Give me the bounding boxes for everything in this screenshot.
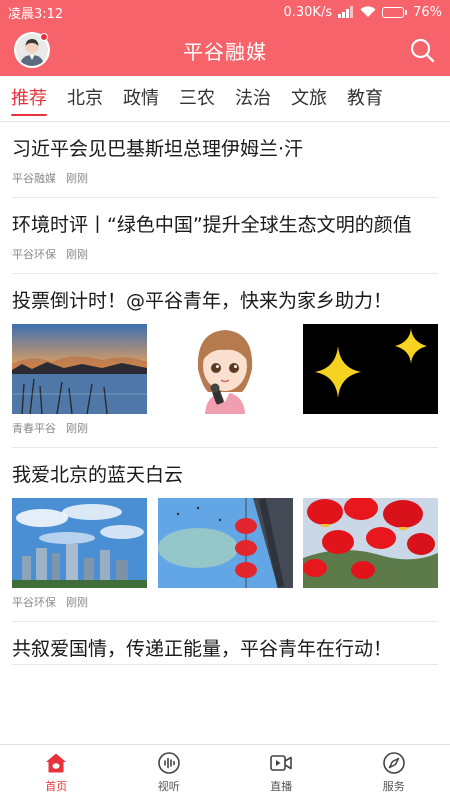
nav-services[interactable]: 服务 [338, 745, 450, 800]
article-thumbnails [12, 324, 438, 414]
tab-politics[interactable]: 政情 [113, 76, 169, 121]
tab-agriculture[interactable]: 三农 [169, 76, 225, 121]
bottom-nav: 首页 视听 直播 服务 [0, 744, 450, 800]
article-source: 平谷环保 [12, 248, 56, 261]
compass-icon [382, 752, 405, 774]
tab-law[interactable]: 法治 [225, 76, 281, 121]
list-item[interactable]: 习近平会见巴基斯坦总理伊姆兰·汗 平谷融媒 刚刚 [12, 122, 438, 198]
wifi-icon [360, 6, 376, 18]
article-meta: 青春平谷 刚刚 [12, 414, 438, 447]
nav-services-label: 服务 [382, 780, 405, 793]
red-lanterns-street-image[interactable] [303, 498, 438, 588]
battery-percent: 76% [413, 4, 442, 20]
battery-icon [382, 6, 408, 18]
tab-education[interactable]: 教育 [337, 76, 393, 121]
article-meta: 平谷环保 刚刚 [12, 588, 438, 621]
yellow-sparkles-image[interactable] [303, 324, 438, 414]
nav-audio-label: 视听 [157, 780, 180, 793]
cartoon-girl-mic-image[interactable] [157, 324, 293, 414]
search-icon[interactable] [408, 36, 436, 64]
status-time: 凌晨3:12 [8, 6, 64, 22]
app-title: 平谷融媒 [183, 39, 267, 64]
home-icon [46, 753, 67, 773]
audio-icon [157, 752, 180, 774]
city-blue-sky-image[interactable] [12, 498, 147, 588]
sunset-lake-image[interactable] [12, 324, 147, 414]
article-meta: 平谷融媒 刚刚 [12, 164, 438, 197]
list-item[interactable]: 投票倒计时！@平谷青年，快来为家乡助力！ 青春平谷 刚刚 [12, 274, 438, 448]
notification-dot [40, 33, 48, 41]
article-source: 平谷环保 [12, 596, 56, 609]
list-item[interactable]: 我爱北京的蓝天白云 平谷环保 刚刚 [12, 448, 438, 622]
article-title[interactable]: 环境时评丨“绿色中国”提升全球生态文明的颜值 [12, 210, 438, 240]
status-bar: 凌晨3:12 0.30K/s 76% [0, 0, 450, 24]
status-indicators: 0.30K/s 76% [283, 5, 442, 20]
app-header: 平谷融媒 [0, 24, 450, 76]
tab-beijing[interactable]: 北京 [57, 76, 113, 121]
red-lanterns-sky-image[interactable] [157, 498, 293, 588]
nav-live[interactable]: 直播 [225, 745, 338, 800]
signal-icon [338, 6, 354, 18]
list-item[interactable]: 共叙爱国情，传递正能量，平谷青年在行动！ [12, 622, 438, 665]
news-feed[interactable]: 习近平会见巴基斯坦总理伊姆兰·汗 平谷融媒 刚刚 环境时评丨“绿色中国”提升全球生… [0, 122, 450, 744]
article-meta: 平谷环保 刚刚 [12, 240, 438, 273]
article-source: 平谷融媒 [12, 172, 56, 185]
tab-culture-travel[interactable]: 文旅 [281, 76, 337, 121]
article-title[interactable]: 习近平会见巴基斯坦总理伊姆兰·汗 [12, 134, 438, 164]
article-title[interactable]: 共叙爱国情，传递正能量，平谷青年在行动！ [12, 634, 438, 664]
article-source: 青春平谷 [12, 422, 56, 435]
nav-home[interactable]: 首页 [0, 745, 113, 800]
channel-tabs: 推荐 北京 政情 三农 法治 文旅 教育 [0, 76, 450, 122]
article-time: 刚刚 [66, 248, 88, 261]
nav-live-label: 直播 [270, 780, 293, 793]
nav-home-label: 首页 [45, 780, 68, 793]
article-title[interactable]: 我爱北京的蓝天白云 [12, 460, 438, 490]
nav-audio-video[interactable]: 视听 [113, 745, 226, 800]
article-thumbnails [12, 498, 438, 588]
network-speed: 0.30K/s [283, 4, 333, 20]
article-time: 刚刚 [66, 596, 88, 609]
list-item[interactable]: 环境时评丨“绿色中国”提升全球生态文明的颜值 平谷环保 刚刚 [12, 198, 438, 274]
video-icon [270, 755, 293, 771]
article-time: 刚刚 [66, 172, 88, 185]
tab-recommend[interactable]: 推荐 [0, 76, 57, 121]
article-title[interactable]: 投票倒计时！@平谷青年，快来为家乡助力！ [12, 286, 438, 316]
article-time: 刚刚 [66, 422, 88, 435]
